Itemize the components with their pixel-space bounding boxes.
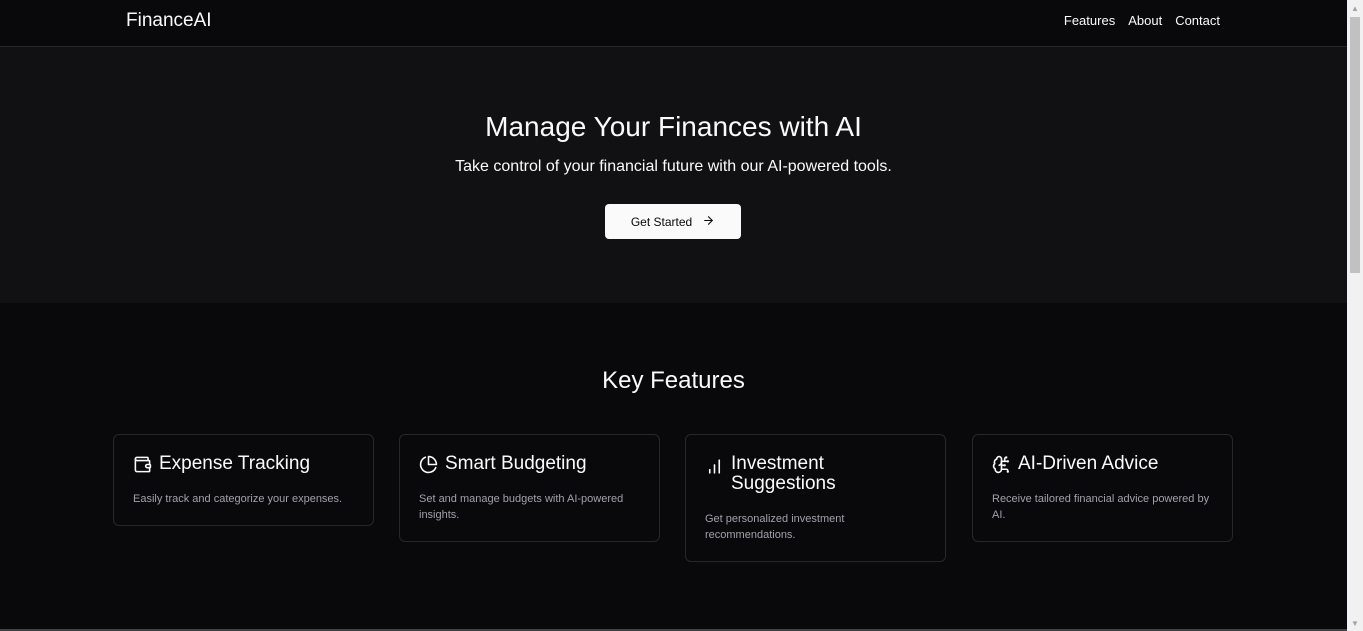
scrollbar-thumb[interactable] <box>1350 17 1360 273</box>
arrow-right-icon <box>702 214 715 230</box>
page: FinanceAI Features About Contact Manage … <box>0 0 1363 631</box>
card-header: Expense Tracking <box>133 454 354 474</box>
card-header: Smart Budgeting <box>419 454 640 474</box>
feature-card-ai-driven-advice: AI-Driven Advice Receive tailored financ… <box>972 434 1233 542</box>
main-nav: Features About Contact <box>1064 13 1220 29</box>
scroll-up-icon[interactable]: ▲ <box>1347 0 1363 16</box>
card-description: Receive tailored financial advice powere… <box>992 493 1210 521</box>
nav-link-features[interactable]: Features <box>1064 13 1115 29</box>
nav-link-contact[interactable]: Contact <box>1175 13 1220 29</box>
bar-chart-icon <box>705 457 724 476</box>
card-description: Easily track and categorize your expense… <box>133 493 343 505</box>
feature-card-investment-suggestions: Investment Suggestions Get personalized … <box>685 434 946 562</box>
features-title: Key Features <box>602 367 745 394</box>
get-started-button[interactable]: Get Started <box>605 204 741 239</box>
card-title: Smart Budgeting <box>445 453 587 474</box>
wallet-icon <box>133 455 152 474</box>
nav-link-about[interactable]: About <box>1128 13 1162 29</box>
get-started-label: Get Started <box>630 214 693 229</box>
vertical-scrollbar[interactable]: ▲ ▼ <box>1347 0 1363 631</box>
card-title: Expense Tracking <box>159 453 311 474</box>
hero-section: Manage Your Finances with AI Take contro… <box>0 47 1347 303</box>
card-description: Get personalized investment recommendati… <box>705 513 845 541</box>
pie-chart-icon <box>419 455 438 474</box>
card-title: AI-Driven Advice <box>1018 453 1159 474</box>
feature-card-smart-budgeting: Smart Budgeting Set and manage budgets w… <box>399 434 660 542</box>
brain-icon <box>992 455 1011 474</box>
card-description: Set and manage budgets with AI-powered i… <box>419 493 624 521</box>
card-header: Investment Suggestions <box>705 454 926 494</box>
card-header: AI-Driven Advice <box>992 454 1213 474</box>
hero-title: Manage Your Finances with AI <box>485 111 862 142</box>
brand-logo[interactable]: FinanceAI <box>126 10 212 32</box>
viewport: FinanceAI Features About Contact Manage … <box>0 0 1347 631</box>
site-header: FinanceAI Features About Contact <box>0 0 1347 47</box>
feature-card-expense-tracking: Expense Tracking Easily track and catego… <box>113 434 374 526</box>
hero-subtitle: Take control of your financial future wi… <box>455 158 892 175</box>
card-title: Investment Suggestions <box>731 453 836 494</box>
scroll-down-icon[interactable]: ▼ <box>1347 615 1363 631</box>
